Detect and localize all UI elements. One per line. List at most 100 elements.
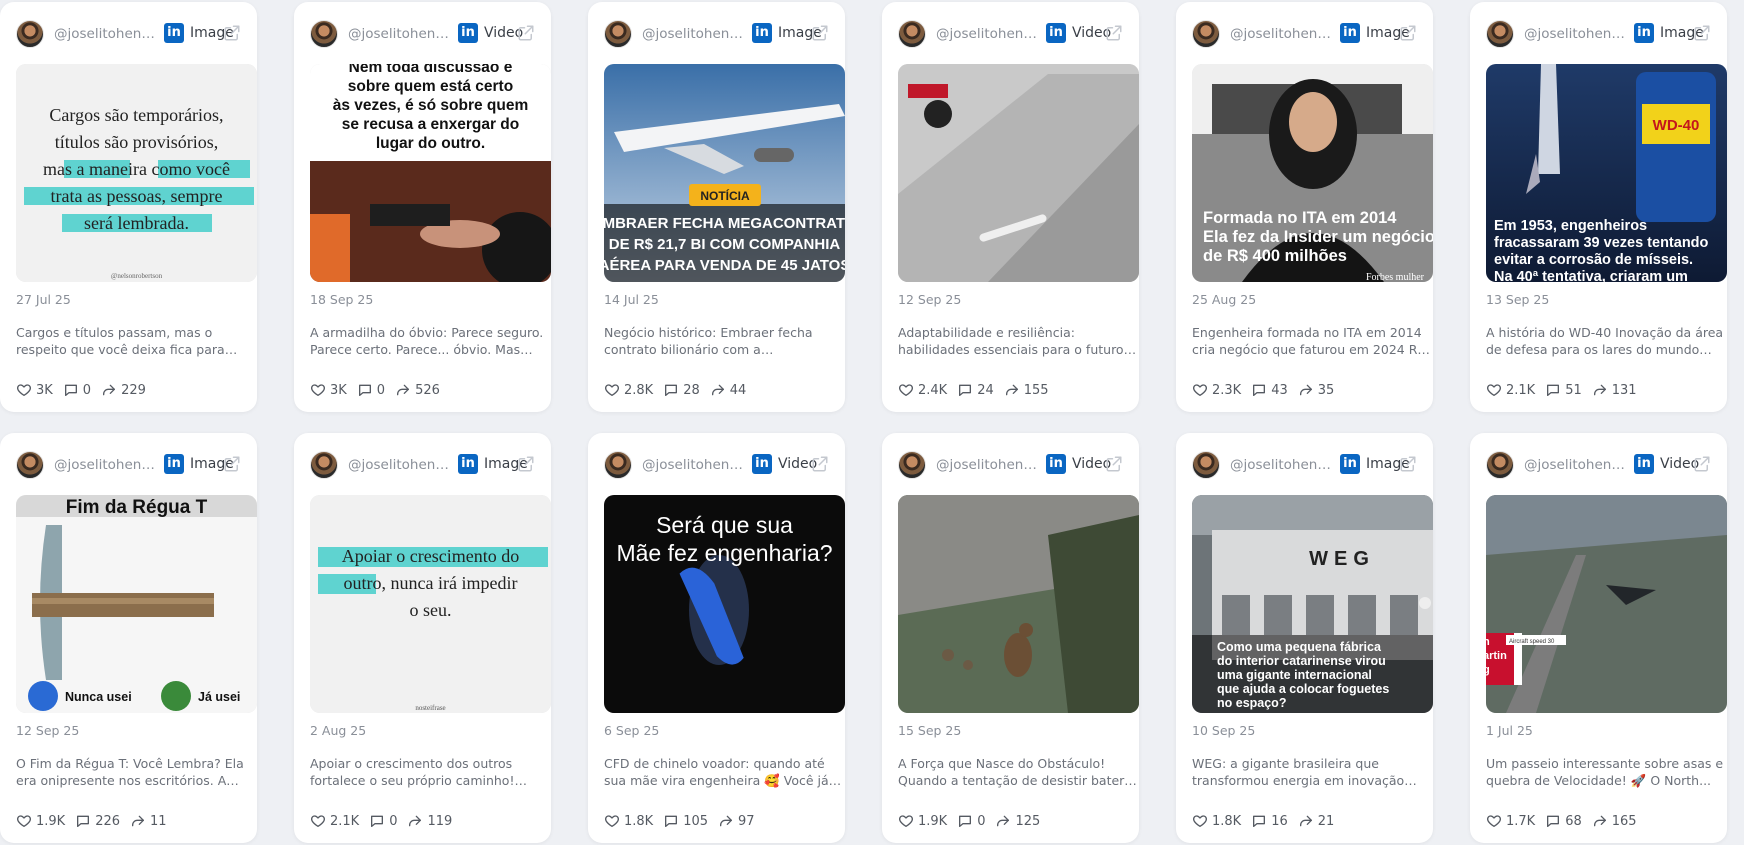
post-thumbnail[interactable]: h artin g Aircraft speed 30 xyxy=(1486,495,1727,713)
comments-count: 24 xyxy=(977,382,994,398)
post-thumbnail[interactable]: Fim da Régua T Nunca usei Já usei xyxy=(16,495,257,713)
comments-count: 51 xyxy=(1565,382,1582,398)
avatar[interactable] xyxy=(16,20,44,48)
external-link-icon[interactable] xyxy=(811,24,829,42)
external-link-icon[interactable] xyxy=(1105,455,1123,473)
comments-stat: 28 xyxy=(663,382,700,398)
post-thumbnail[interactable] xyxy=(898,64,1139,282)
post-thumbnail[interactable]: WD-40 Em 1953, engenheiros fracassaram 39 … xyxy=(1486,64,1727,282)
svg-text:se recusa a enxergar do: se recusa a enxergar do xyxy=(342,116,520,133)
comment-icon xyxy=(663,813,683,829)
author-handle[interactable]: @joselitohenri... xyxy=(1524,457,1628,473)
likes-count: 2.8K xyxy=(624,382,654,398)
linkedin-icon: in xyxy=(1046,454,1066,474)
shares-count: 11 xyxy=(150,813,167,829)
svg-text:Forbes mulher: Forbes mulher xyxy=(1366,272,1425,282)
likes-stat: 3K xyxy=(16,382,53,398)
svg-text:Ela fez da Insider um negócio: Ela fez da Insider um negócio xyxy=(1203,228,1433,246)
shares-count: 119 xyxy=(427,813,453,829)
avatar[interactable] xyxy=(1486,20,1514,48)
avatar[interactable] xyxy=(1192,20,1220,48)
post-card[interactable]: @joselitohenri... in Video 12 Sep 25 Adaptab… xyxy=(882,2,1139,412)
post-card[interactable]: @joselitohenri... in Video Nem toda discuss… xyxy=(294,2,551,412)
comments-count: 0 xyxy=(389,813,398,829)
avatar[interactable] xyxy=(604,451,632,479)
shares-count: 21 xyxy=(1317,813,1335,829)
post-thumbnail[interactable]: Formada no ITA em 2014 Ela fez da Insider… xyxy=(1192,64,1433,282)
likes-stat: 2.1K xyxy=(310,813,359,829)
post-card[interactable]: @joselitohenri... in Video Será que sua Mãe … xyxy=(588,433,845,843)
author-handle[interactable]: @joselitohenri... xyxy=(348,457,452,473)
post-stats: 1.9K 226 11 xyxy=(16,812,177,830)
comment-icon xyxy=(1251,813,1271,829)
linkedin-icon: in xyxy=(1634,23,1654,43)
heart-icon xyxy=(16,382,36,398)
avatar[interactable] xyxy=(898,20,926,48)
external-link-icon[interactable] xyxy=(517,455,535,473)
post-stats: 2.1K 0 119 xyxy=(310,812,462,830)
external-link-icon[interactable] xyxy=(1399,455,1417,473)
post-card[interactable]: @joselitohenri... in Image Formada no ITA e… xyxy=(1176,2,1433,412)
post-thumbnail[interactable] xyxy=(898,495,1139,713)
author-handle[interactable]: @joselitohenri... xyxy=(54,26,158,42)
external-link-icon[interactable] xyxy=(223,455,241,473)
comments-stat: 43 xyxy=(1251,382,1288,398)
avatar[interactable] xyxy=(1192,451,1220,479)
heart-icon xyxy=(310,813,330,829)
likes-count: 3K xyxy=(330,382,347,398)
shares-stat: 125 xyxy=(995,813,1040,829)
linkedin-icon: in xyxy=(164,454,184,474)
post-card[interactable]: @joselitohenri... in Image WEG Como uma pequ… xyxy=(1176,433,1433,843)
post-thumbnail[interactable]: Nem toda discussão é sobre quem está cert… xyxy=(310,64,551,282)
post-caption: WEG: a gigante brasileira que transformo… xyxy=(1192,756,1405,788)
author-handle[interactable]: @joselitohenri... xyxy=(936,457,1040,473)
post-stats: 2.3K 43 35 xyxy=(1192,381,1344,399)
post-header: @joselitohenri... in Image xyxy=(604,18,833,48)
svg-text:Cargos são temporários,: Cargos são temporários, xyxy=(49,105,223,125)
external-link-icon[interactable] xyxy=(811,455,829,473)
post-date: 25 Aug 25 xyxy=(1192,292,1257,307)
post-card[interactable]: @joselitohenri... in Image Fim da Régua T Nu… xyxy=(0,433,257,843)
author-handle[interactable]: @joselitohenri... xyxy=(1524,26,1628,42)
post-card[interactable]: @joselitohenri... in Video h artin g Aircraft … xyxy=(1470,433,1727,843)
external-link-icon[interactable] xyxy=(1693,24,1711,42)
avatar[interactable] xyxy=(604,20,632,48)
external-link-icon[interactable] xyxy=(1105,24,1123,42)
external-link-icon[interactable] xyxy=(223,24,241,42)
linkedin-icon: in xyxy=(1340,23,1360,43)
post-card[interactable]: @joselitohenri... in Image Cargos são tempo… xyxy=(0,2,257,412)
external-link-icon[interactable] xyxy=(1693,455,1711,473)
heart-icon xyxy=(898,382,918,398)
post-date: 12 Sep 25 xyxy=(898,292,962,307)
svg-text:artin: artin xyxy=(1486,650,1507,662)
post-thumbnail[interactable]: Apoiar o crescimento do outro, nunca irá … xyxy=(310,495,551,713)
avatar[interactable] xyxy=(898,451,926,479)
author-handle[interactable]: @joselitohenri... xyxy=(642,457,746,473)
post-stats: 3K 0 526 xyxy=(310,381,450,399)
post-thumbnail[interactable]: Será que sua Mãe fez engenharia? xyxy=(604,495,845,713)
post-card[interactable]: @joselitohenri... in Image WD-40 Em 1953, en… xyxy=(1470,2,1727,412)
avatar[interactable] xyxy=(1486,451,1514,479)
post-card[interactable]: @joselitohenri... in Image NOTÍCIA EMBRAER F… xyxy=(588,2,845,412)
svg-text:às vezes, é só sobre quem: às vezes, é só sobre quem xyxy=(333,97,529,114)
author-handle[interactable]: @joselitohenri... xyxy=(936,26,1040,42)
avatar[interactable] xyxy=(310,20,338,48)
share-icon xyxy=(1592,813,1612,829)
avatar[interactable] xyxy=(16,451,44,479)
author-handle[interactable]: @joselitohenri... xyxy=(54,457,158,473)
post-thumbnail[interactable]: WEG Como uma pequena fábrica do interior c… xyxy=(1192,495,1433,713)
svg-text:do interior catarinense virou: do interior catarinense virou xyxy=(1217,654,1386,668)
author-handle[interactable]: @joselitohenri... xyxy=(642,26,746,42)
external-link-icon[interactable] xyxy=(1399,24,1417,42)
comments-stat: 16 xyxy=(1251,813,1288,829)
author-handle[interactable]: @joselitohenri... xyxy=(348,26,452,42)
post-card[interactable]: @joselitohenri... in Image Apoiar o crescim… xyxy=(294,433,551,843)
post-thumbnail[interactable]: Cargos são temporários, títulos são provi… xyxy=(16,64,257,282)
post-card[interactable]: @joselitohenri... in Video 15 Sep 25 A Força… xyxy=(882,433,1139,843)
avatar[interactable] xyxy=(310,451,338,479)
author-handle[interactable]: @joselitohenri... xyxy=(1230,26,1334,42)
author-handle[interactable]: @joselitohenri... xyxy=(1230,457,1334,473)
external-link-icon[interactable] xyxy=(517,24,535,42)
post-date: 15 Sep 25 xyxy=(898,723,962,738)
post-thumbnail[interactable]: NOTÍCIA EMBRAER FECHA MEGACONTRATO DE R$ 2… xyxy=(604,64,845,282)
